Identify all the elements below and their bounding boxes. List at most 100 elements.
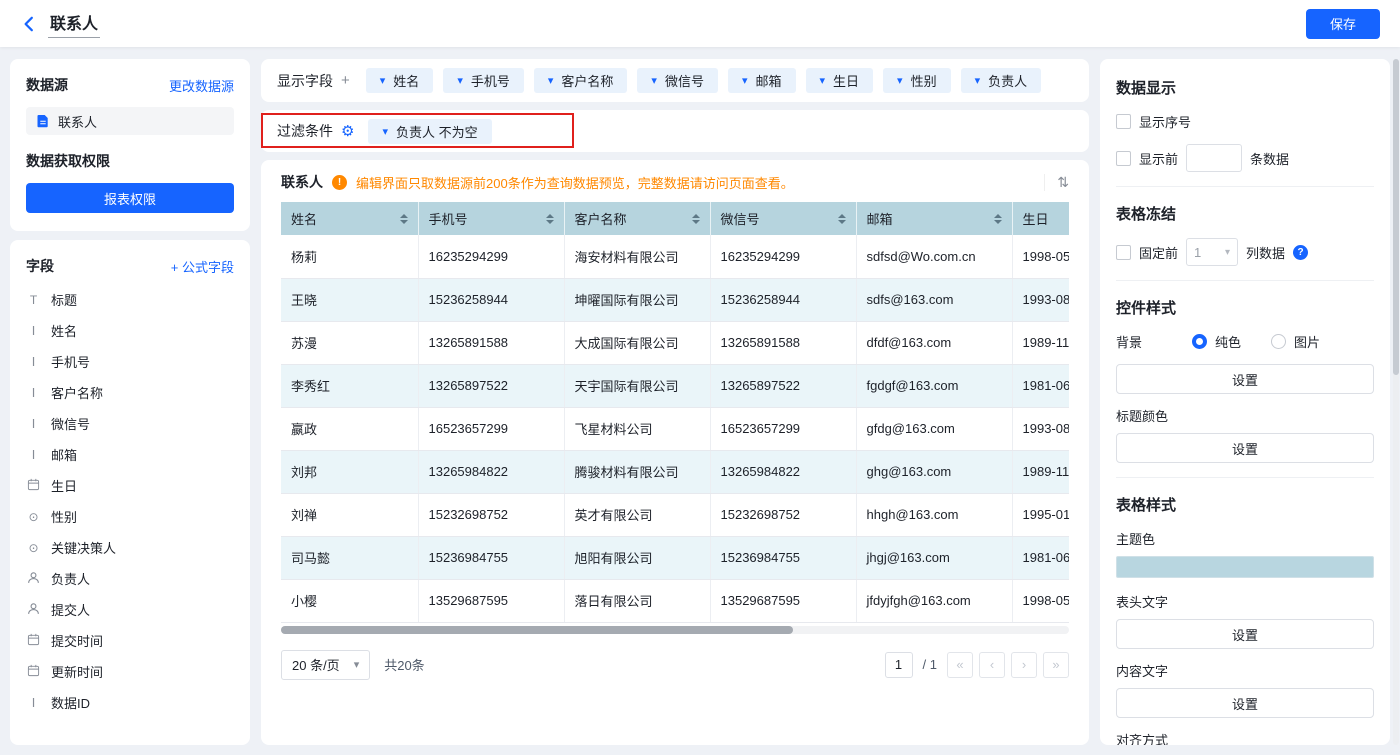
total-count: 共20条 — [384, 658, 425, 673]
person-icon — [26, 571, 41, 587]
change-datasource-link[interactable]: 更改数据源 — [169, 76, 234, 95]
display-field-chip[interactable]: ▾ 手机号 — [443, 68, 524, 93]
field-item-label: 数据ID — [51, 696, 91, 711]
table-column-header[interactable]: 姓名 — [281, 202, 419, 235]
page-body: 数据源 更改数据源 联系人 数据获取权限 报表权限 字段 + 公式字段 T 标题 Ⅰ… — [10, 59, 1390, 745]
back-chevron-icon — [24, 16, 33, 31]
field-item[interactable]: ⊙ 性别 — [26, 501, 234, 532]
table-cell: 13265984822 — [418, 450, 565, 494]
sort-arrows-icon[interactable] — [993, 213, 1002, 224]
datasource-item[interactable]: 联系人 — [26, 107, 234, 135]
table-cell: 刘禅 — [281, 493, 419, 537]
theme-color-label: 主题色 — [1116, 532, 1156, 547]
filter-chip[interactable]: ▾ 负责人 不为空 — [368, 118, 492, 144]
chevron-down-icon: ▾ — [457, 75, 463, 87]
display-field-chip[interactable]: ▾ 微信号 — [637, 68, 718, 93]
table-cell: 腾骏材料有限公司 — [564, 450, 711, 494]
table-column-header[interactable]: 微信号 — [710, 202, 857, 235]
radio-icon: ⊙ — [28, 540, 39, 555]
field-item[interactable]: 生日 — [26, 470, 234, 501]
background-set-button[interactable]: 设置 — [1116, 364, 1374, 394]
table-column-header[interactable]: 生日 — [1012, 202, 1069, 235]
sort-arrows-icon[interactable] — [399, 213, 408, 224]
front-count-input[interactable] — [1186, 144, 1243, 172]
sort-arrows-icon[interactable] — [691, 213, 700, 224]
table-column-header[interactable]: 邮箱 — [856, 202, 1013, 235]
field-item[interactable]: Ⅰ 微信号 — [26, 408, 234, 439]
next-page-icon[interactable]: › — [1011, 651, 1037, 678]
page-scrollbar-thumb[interactable] — [1393, 59, 1399, 375]
bg-solid-label: 纯色 — [1215, 335, 1242, 350]
show-index-checkbox[interactable] — [1116, 114, 1131, 129]
chevron-down-icon: ▾ — [974, 75, 981, 87]
field-item[interactable]: 提交时间 — [26, 625, 234, 656]
show-front-label: 显示前 — [1139, 151, 1179, 167]
gear-icon[interactable]: ⚙ — [341, 124, 354, 139]
table-cell: 飞星材料公司 — [564, 407, 711, 451]
radio-icon: ⊙ — [28, 509, 39, 524]
text-icon: Ⅰ — [31, 447, 36, 462]
content-text-set-button[interactable]: 设置 — [1116, 688, 1374, 718]
field-item-label: 性别 — [51, 510, 78, 525]
header-text-set-button[interactable]: 设置 — [1116, 619, 1374, 649]
display-field-chip[interactable]: ▾ 生日 — [805, 68, 874, 93]
page-size-select[interactable]: 20 条/页 ▾ — [281, 649, 371, 680]
table-cell: 15232698752 — [710, 493, 857, 537]
fix-suffix-label: 列数据 — [1246, 245, 1286, 261]
help-icon[interactable]: ? — [1293, 244, 1309, 260]
field-item[interactable]: Ⅰ 邮箱 — [26, 439, 234, 470]
back-button[interactable] — [20, 15, 38, 33]
display-field-chip[interactable]: ▾ 负责人 — [960, 68, 1042, 93]
field-item[interactable]: T 标题 — [26, 284, 234, 315]
fix-columns-checkbox[interactable] — [1116, 244, 1131, 260]
display-field-chip[interactable]: ▾ 姓名 — [365, 68, 434, 93]
horizontal-scrollbar-thumb[interactable] — [281, 625, 794, 634]
report-permission-button[interactable]: 报表权限 — [26, 183, 234, 213]
field-item[interactable]: 负责人 — [26, 563, 234, 594]
table-column-header[interactable]: 客户名称 — [564, 202, 711, 235]
theme-color-swatch[interactable] — [1116, 556, 1374, 578]
sort-arrows-icon[interactable] — [837, 213, 846, 224]
field-item[interactable]: Ⅰ 手机号 — [26, 346, 234, 377]
fix-count-value: 1 — [1194, 244, 1202, 260]
fix-count-select[interactable]: 1 ▾ — [1186, 238, 1239, 266]
table-footer: 20 条/页 ▾ 共20条 1 / 1 «‹ ›» — [281, 649, 1069, 680]
display-field-chip[interactable]: ▾ 邮箱 — [727, 68, 796, 93]
sort-arrows-icon[interactable] — [545, 213, 554, 224]
add-display-field-icon[interactable]: + — [341, 72, 350, 89]
page-scrollbar[interactable] — [1393, 59, 1399, 745]
table-cell: 13529687595 — [710, 579, 857, 623]
column-sort-icon[interactable]: ⇅ — [1044, 173, 1069, 191]
field-item[interactable]: Ⅰ 姓名 — [26, 315, 234, 346]
horizontal-scrollbar[interactable] — [281, 625, 1069, 634]
table-cell: dfdf@163.com — [856, 321, 1013, 365]
display-field-chip-label: 生日 — [833, 74, 860, 89]
field-item-label: 更新时间 — [51, 665, 104, 680]
preview-notice: 编辑界面只取数据源前200条作为查询数据预览，完整数据请访问页面查看。 — [356, 175, 794, 191]
bg-solid-radio[interactable] — [1192, 334, 1208, 349]
permission-title: 数据获取权限 — [26, 153, 110, 169]
field-item[interactable]: 更新时间 — [26, 656, 234, 687]
field-item-label: 标题 — [51, 293, 78, 308]
divider — [1116, 477, 1374, 478]
display-field-chip[interactable]: ▾ 客户名称 — [533, 68, 628, 93]
table-column-header[interactable]: 手机号 — [418, 202, 565, 235]
title-color-label: 标题颜色 — [1116, 409, 1169, 424]
field-item[interactable]: Ⅰ 数据ID — [26, 687, 234, 718]
field-item-label: 提交人 — [51, 603, 91, 618]
field-item[interactable]: ⊙ 关键决策人 — [26, 532, 234, 563]
title-color-set-button[interactable]: 设置 — [1116, 433, 1374, 463]
last-page-icon[interactable]: » — [1043, 651, 1069, 678]
save-button[interactable]: 保存 — [1305, 8, 1380, 39]
field-item[interactable]: 提交人 — [26, 594, 234, 625]
field-item[interactable]: Ⅰ 客户名称 — [26, 377, 234, 408]
bg-image-radio[interactable] — [1271, 334, 1287, 349]
add-formula-field-link[interactable]: + 公式字段 — [171, 257, 234, 276]
first-page-icon[interactable]: « — [947, 651, 973, 678]
current-page-input[interactable]: 1 — [884, 651, 913, 678]
table-cell: ghg@163.com — [856, 450, 1013, 494]
show-front-checkbox[interactable] — [1116, 150, 1131, 166]
center-column: 显示字段 + ▾ 姓名 ▾ 手机号 ▾ 客户名称 ▾ 微信号 ▾ 邮箱 ▾ 生日 ▾ 性别 ▾ 负责人 过滤条… — [261, 59, 1089, 745]
prev-page-icon[interactable]: ‹ — [979, 651, 1005, 678]
display-field-chip[interactable]: ▾ 性别 — [883, 68, 951, 93]
